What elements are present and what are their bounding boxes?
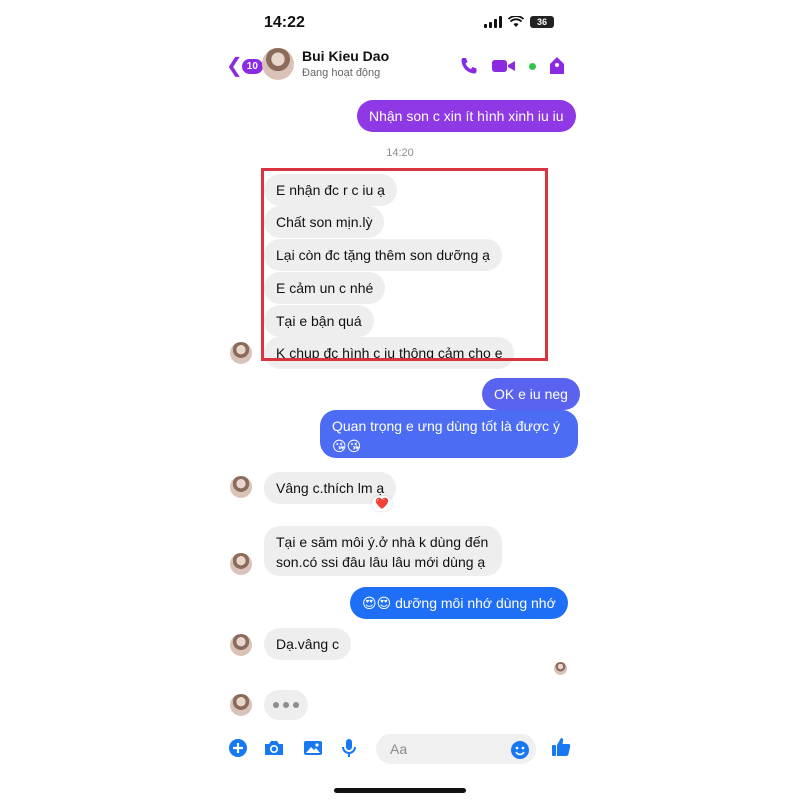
sender-avatar[interactable] bbox=[230, 476, 252, 498]
back-button[interactable]: ❮ 10 bbox=[226, 56, 263, 76]
emoji-icon[interactable] bbox=[510, 740, 530, 760]
online-dot bbox=[529, 62, 536, 70]
highlight-box bbox=[261, 168, 548, 361]
plus-icon[interactable] bbox=[228, 738, 248, 758]
phone-icon[interactable] bbox=[459, 56, 479, 76]
camera-icon[interactable] bbox=[263, 738, 285, 758]
battery-icon: 36 bbox=[530, 16, 554, 28]
chat-header: ❮ 10 Bui Kieu Dao Đang hoạt động bbox=[216, 40, 584, 90]
timestamp: 14:20 bbox=[386, 147, 414, 159]
signal-icon bbox=[484, 16, 502, 28]
contact-name[interactable]: Bui Kieu Dao bbox=[302, 48, 389, 64]
reaction-badge[interactable]: ❤️ bbox=[372, 496, 392, 511]
typing-indicator bbox=[264, 690, 308, 720]
message-bubble-outgoing[interactable]: OK e iu neg bbox=[482, 378, 580, 410]
sender-avatar[interactable] bbox=[230, 694, 252, 716]
sender-avatar[interactable] bbox=[230, 342, 252, 364]
tag-icon[interactable] bbox=[548, 56, 566, 76]
video-icon[interactable] bbox=[491, 57, 517, 75]
chevron-left-icon: ❮ bbox=[226, 55, 243, 77]
message-text-line: Quan trọng e ưng dùng tốt là được ý bbox=[332, 418, 560, 434]
message-bubble-outgoing[interactable]: 😍😍 dưỡng môi nhớ dùng nhớ bbox=[350, 587, 568, 619]
unread-count-badge: 10 bbox=[241, 58, 263, 74]
status-time: 14:22 bbox=[264, 14, 305, 31]
message-text-line: Tại e săm môi ý.ở nhà k dùng đến bbox=[276, 534, 489, 550]
contact-status: Đang hoạt động bbox=[302, 67, 381, 79]
composer-bar: Aa bbox=[216, 730, 584, 770]
sender-avatar[interactable] bbox=[230, 634, 252, 656]
status-icons: 36 bbox=[484, 16, 554, 28]
header-actions bbox=[459, 56, 566, 76]
thumbs-up-icon[interactable] bbox=[550, 736, 572, 758]
message-bubble-outgoing[interactable]: Quan trọng e ưng dùng tốt là được ý 😘😘 bbox=[320, 410, 578, 458]
wifi-icon bbox=[508, 16, 524, 27]
message-bubble-incoming[interactable]: Dạ.vâng c bbox=[264, 628, 352, 660]
message-bubble-outgoing[interactable]: Nhận son c xin ít hình xinh iu iu bbox=[357, 100, 576, 132]
message-text-line: son.có ssi đâu lâu lâu mới dùng ạ bbox=[276, 554, 486, 570]
message-text-line: 😘😘 bbox=[332, 438, 362, 454]
mic-icon[interactable] bbox=[340, 738, 358, 758]
message-bubble-incoming[interactable]: Tại e săm môi ý.ở nhà k dùng đến son.có … bbox=[264, 526, 502, 576]
image-icon[interactable] bbox=[302, 738, 324, 758]
contact-avatar[interactable] bbox=[262, 48, 294, 80]
home-indicator bbox=[334, 788, 466, 793]
seen-avatar bbox=[554, 662, 567, 675]
sender-avatar[interactable] bbox=[230, 553, 252, 575]
messenger-screen: 14:22 36 ❮ 10 Bui Kieu Dao Đang hoạt độn… bbox=[216, 0, 584, 800]
